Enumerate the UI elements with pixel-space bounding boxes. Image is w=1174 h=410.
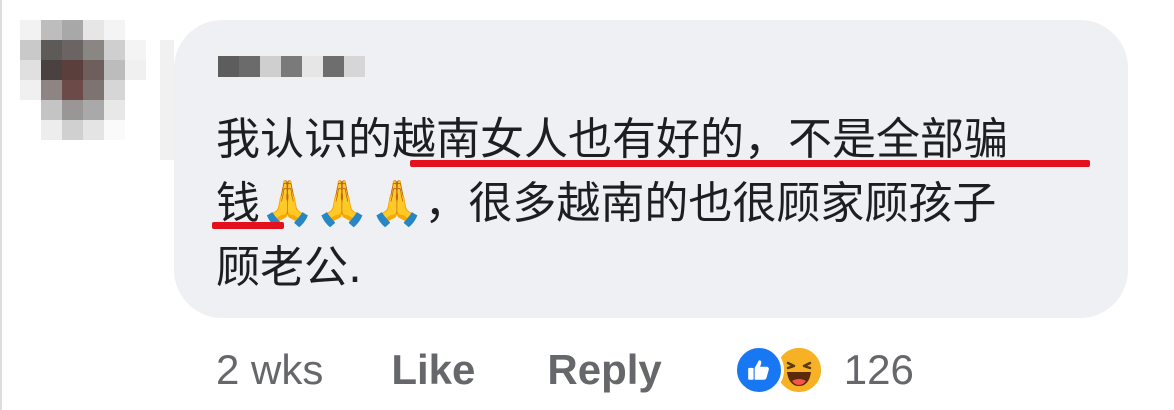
reaction-count[interactable]: 126 (844, 346, 914, 394)
red-underline-mark (212, 222, 284, 229)
comment-text: 我认识的越南女人也有好的，不是全部骗 钱🙏🙏🙏，很多越南的也很顾家顾孩子 顾老公… (216, 108, 1096, 300)
comment-actions: 2 wks Like Reply 126 (216, 340, 914, 400)
avatar[interactable] (20, 20, 146, 140)
like-button[interactable]: Like (391, 346, 475, 394)
comment-thread: 我认识的越南女人也有好的，不是全部骗 钱🙏🙏🙏，很多越南的也很顾家顾孩子 顾老公… (0, 0, 1174, 410)
comment-line: 钱🙏🙏🙏，很多越南的也很顾家顾孩子 (216, 178, 997, 229)
comment-line: 顾老公. (216, 242, 362, 293)
timestamp[interactable]: 2 wks (216, 346, 323, 394)
blur-artifact (160, 40, 174, 160)
thumbs-up-icon (733, 345, 784, 395)
author-name[interactable] (218, 56, 365, 98)
red-underline-mark (410, 160, 1090, 167)
thread-line (0, 0, 2, 410)
reactions-summary[interactable]: 126 (733, 345, 914, 395)
reply-button[interactable]: Reply (547, 346, 661, 394)
